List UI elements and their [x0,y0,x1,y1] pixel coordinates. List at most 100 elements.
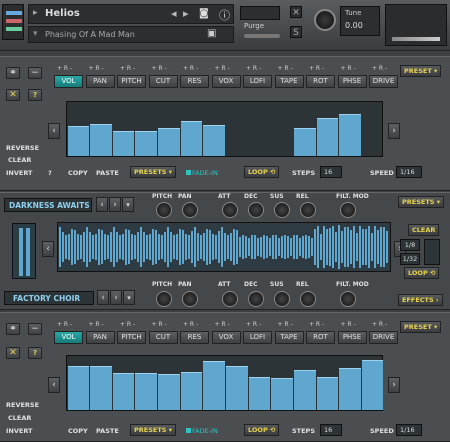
knob-sus[interactable] [274,291,290,307]
speed-value[interactable]: 1/16 [396,424,422,436]
clear-button[interactable]: CLEAR [8,156,31,164]
layer-title[interactable]: DARKNESS AWAITS [4,198,92,212]
tab-pitch[interactable]: PITCH [117,331,146,344]
source-menu-arrow[interactable]: ▾ [123,290,135,305]
knob-pan[interactable] [182,202,198,218]
link-icon[interactable]: ⚭ [6,323,20,335]
tab-lofi[interactable]: LOFI [243,331,272,344]
tab-modifier-phse[interactable]: + R - [341,65,356,72]
knob-filtmod[interactable] [340,202,356,218]
knob-sus[interactable] [274,202,290,218]
tab-modifier-lofi[interactable]: + R - [246,65,261,72]
step-bar[interactable] [180,372,203,410]
reverse-button[interactable]: REVERSE [6,401,39,409]
knob-rel[interactable] [300,291,316,307]
tab-vox[interactable]: VOX [211,331,241,344]
step-bar[interactable] [90,123,112,156]
tab-drive[interactable]: DRIVE [369,331,398,344]
tab-rot[interactable]: ROT [306,75,335,88]
tab-phse[interactable]: PHSE [337,331,367,344]
tab-cut[interactable]: CUT [148,75,178,88]
preset-dropdown[interactable]: PRESET ▾ [400,321,442,333]
tab-modifier-pitch[interactable]: + R - [120,65,135,72]
knob-filtmod[interactable] [340,291,356,307]
presets-dropdown[interactable]: PRESETS ▾ [130,166,176,178]
step-bar[interactable] [248,376,271,410]
prev-source-arrow[interactable]: ‹ [97,290,109,305]
purge-slider[interactable] [244,34,280,38]
tab-modifier-vox[interactable]: + R - [215,321,230,328]
info-icon[interactable]: ⓘ [219,7,230,23]
tab-tape[interactable]: TAPE [274,331,304,344]
tab-modifier-cut[interactable]: + R - [152,65,167,72]
close-icon[interactable]: ✕ [6,347,20,359]
tab-modifier-vox[interactable]: + R - [215,65,230,72]
copy-button[interactable]: COPY [68,169,88,177]
knob-pan[interactable] [182,291,198,307]
clear-button[interactable]: CLEAR [8,414,31,422]
next-sample-arrow[interactable]: › [109,197,121,212]
step-bar[interactable] [293,127,316,156]
step-bar[interactable] [158,374,180,410]
knob-dec[interactable] [248,291,264,307]
knob-pitch[interactable] [156,291,172,307]
tab-vol[interactable]: VOL [54,331,83,344]
step-bar[interactable] [67,365,90,410]
step-bar[interactable] [339,113,361,156]
tab-modifier-lofi[interactable]: + R - [246,321,261,328]
tab-modifier-tape[interactable]: + R - [278,321,293,328]
step-bar[interactable] [112,131,135,156]
nav-next-icon[interactable]: ▸ [183,7,189,20]
solo-icon[interactable]: S [290,26,302,38]
minus-button[interactable]: − [28,323,42,335]
invert-button[interactable]: INVERT [6,169,32,177]
step-bar[interactable] [135,131,158,156]
tune-knob[interactable] [314,9,336,31]
paste-button[interactable]: PASTE [96,169,119,177]
step-bar[interactable] [226,365,248,410]
step-bar[interactable] [180,121,203,156]
tab-modifier-cut[interactable]: + R - [152,321,167,328]
step-bar[interactable] [112,373,135,410]
camera-icon[interactable]: ◙ [199,8,209,19]
scroll-right-arrow[interactable]: › [388,377,400,393]
tab-modifier-drive[interactable]: + R - [372,65,387,72]
tab-vox[interactable]: VOX [211,75,241,88]
help-button[interactable]: ? [48,169,52,177]
presets-dropdown[interactable]: PRESETS ▾ [130,424,176,436]
step-bar[interactable] [316,376,339,410]
tab-modifier-pan[interactable]: + R - [89,65,104,72]
tab-res[interactable]: RES [180,331,209,344]
tab-res[interactable]: RES [180,75,209,88]
tab-tape[interactable]: TAPE [274,75,304,88]
question-icon[interactable]: ? [28,89,42,101]
tab-modifier-pitch[interactable]: + R - [120,321,135,328]
nav-prev-icon[interactable]: ◂ [171,7,177,20]
step-bar[interactable] [271,377,293,410]
tab-pan[interactable]: PAN [85,75,115,88]
tab-modifier-vol[interactable]: + R - [57,321,72,328]
fade-in-toggle[interactable]: FADE-IN [186,427,218,435]
save-icon[interactable]: ▣ [207,28,216,39]
scroll-left-arrow[interactable]: ‹ [42,241,54,257]
tab-lofi[interactable]: LOFI [243,75,272,88]
speed-value[interactable]: 1/16 [396,166,422,178]
close-icon[interactable]: ✕ [290,6,302,18]
minus-button[interactable]: − [28,67,42,79]
step-bar[interactable] [203,124,225,156]
close-icon[interactable]: ✕ [6,89,20,101]
tab-modifier-res[interactable]: + R - [183,321,198,328]
tab-modifier-pan[interactable]: + R - [89,321,104,328]
step-bar[interactable] [135,373,158,410]
tab-modifier-tape[interactable]: + R - [278,65,293,72]
tab-modifier-vol[interactable]: + R - [57,65,72,72]
knob-rel[interactable] [300,202,316,218]
question-icon[interactable]: ? [28,347,42,359]
tab-modifier-drive[interactable]: + R - [372,321,387,328]
clear-button[interactable]: CLEAR [408,224,440,236]
scroll-left-arrow[interactable]: ‹ [48,377,60,393]
paste-button[interactable]: PASTE [96,427,119,435]
steps-value[interactable]: 16 [320,166,342,178]
tab-phse[interactable]: PHSE [337,75,367,88]
loop-toggle[interactable]: LOOP ⟲ [244,424,280,436]
